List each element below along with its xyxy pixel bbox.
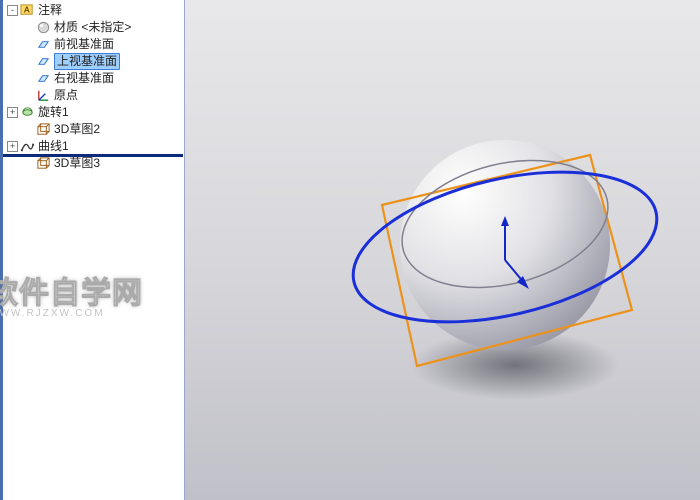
tree-item-label: 曲线1 xyxy=(38,139,69,154)
expander-icon[interactable]: - xyxy=(7,5,18,16)
tree-end-marker xyxy=(3,154,183,157)
expander-icon[interactable]: + xyxy=(7,107,18,118)
tree-item-5[interactable]: 原点 xyxy=(3,87,184,104)
tree-item-3[interactable]: 上视基准面 xyxy=(3,53,184,70)
plane-icon xyxy=(36,71,51,86)
tree-item-8[interactable]: + 曲线1 xyxy=(3,138,184,155)
tree-item-7[interactable]: 3D草图2 xyxy=(3,121,184,138)
3dsketch-icon xyxy=(36,122,51,137)
tree-item-6[interactable]: + 旋转1 xyxy=(3,104,184,121)
watermark-title: 软件自学网 xyxy=(0,268,143,312)
tree-item-label: 注释 xyxy=(38,3,62,18)
watermark: 软件自学网 WWW.RJZXW.COM xyxy=(0,268,143,319)
tree-item-label: 旋转1 xyxy=(38,105,69,120)
curve-icon xyxy=(20,139,35,154)
feature-tree[interactable]: -A 注释材质 <未指定> 前视基准面上视基准面右视基准面原点 + 旋转1 3D草图2 + 曲… xyxy=(3,0,184,174)
expander-icon[interactable]: + xyxy=(7,141,18,152)
tree-item-1[interactable]: 材质 <未指定> xyxy=(3,19,184,36)
3dsketch-icon xyxy=(36,156,51,171)
tree-item-label: 3D草图3 xyxy=(54,156,100,171)
svg-text:A: A xyxy=(24,4,30,14)
tree-item-0[interactable]: -A 注释 xyxy=(3,2,184,19)
3d-viewport[interactable] xyxy=(185,0,700,500)
tree-item-label: 上视基准面 xyxy=(54,53,120,70)
tree-item-4[interactable]: 右视基准面 xyxy=(3,70,184,87)
feature-tree-panel: -A 注释材质 <未指定> 前视基准面上视基准面右视基准面原点 + 旋转1 3D草图2 + 曲… xyxy=(0,0,185,500)
origin-icon xyxy=(36,88,51,103)
sphere-body[interactable] xyxy=(400,140,610,350)
material-icon xyxy=(36,20,51,35)
tree-item-label: 前视基准面 xyxy=(54,37,114,52)
tree-item-label: 原点 xyxy=(54,88,78,103)
revolve-icon xyxy=(20,105,35,120)
tree-item-label: 材质 <未指定> xyxy=(54,20,131,35)
tree-item-9[interactable]: 3D草图3 xyxy=(3,155,184,172)
plane-icon xyxy=(36,37,51,52)
tree-item-2[interactable]: 前视基准面 xyxy=(3,36,184,53)
tree-item-label: 右视基准面 xyxy=(54,71,114,86)
annotation-icon: A xyxy=(20,3,35,18)
plane-icon xyxy=(36,54,51,69)
tree-item-label: 3D草图2 xyxy=(54,122,100,137)
